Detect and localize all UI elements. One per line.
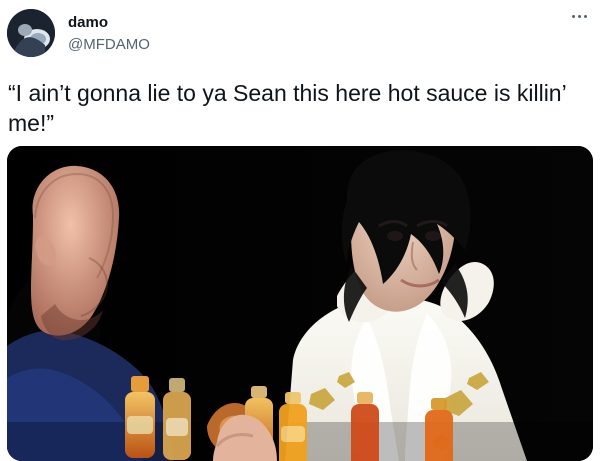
author-handle[interactable]: @MFDAMO bbox=[68, 36, 150, 54]
tweet-media-photo[interactable] bbox=[7, 146, 593, 461]
tweet-text: “I ain’t gonna lie to ya Sean this here … bbox=[8, 80, 566, 136]
hot-ones-photo-illustration bbox=[7, 146, 593, 461]
profile-avatar-icon bbox=[7, 9, 55, 57]
more-horizontal-icon bbox=[572, 15, 575, 18]
avatar[interactable] bbox=[7, 9, 55, 57]
tweet-card: damo @MFDAMO “I ain’t gonna lie to ya Se… bbox=[0, 0, 600, 461]
author-name[interactable]: damo bbox=[68, 14, 108, 32]
more-options-button[interactable] bbox=[568, 7, 592, 25]
more-horizontal-icon bbox=[584, 15, 587, 18]
more-horizontal-icon bbox=[578, 15, 581, 18]
